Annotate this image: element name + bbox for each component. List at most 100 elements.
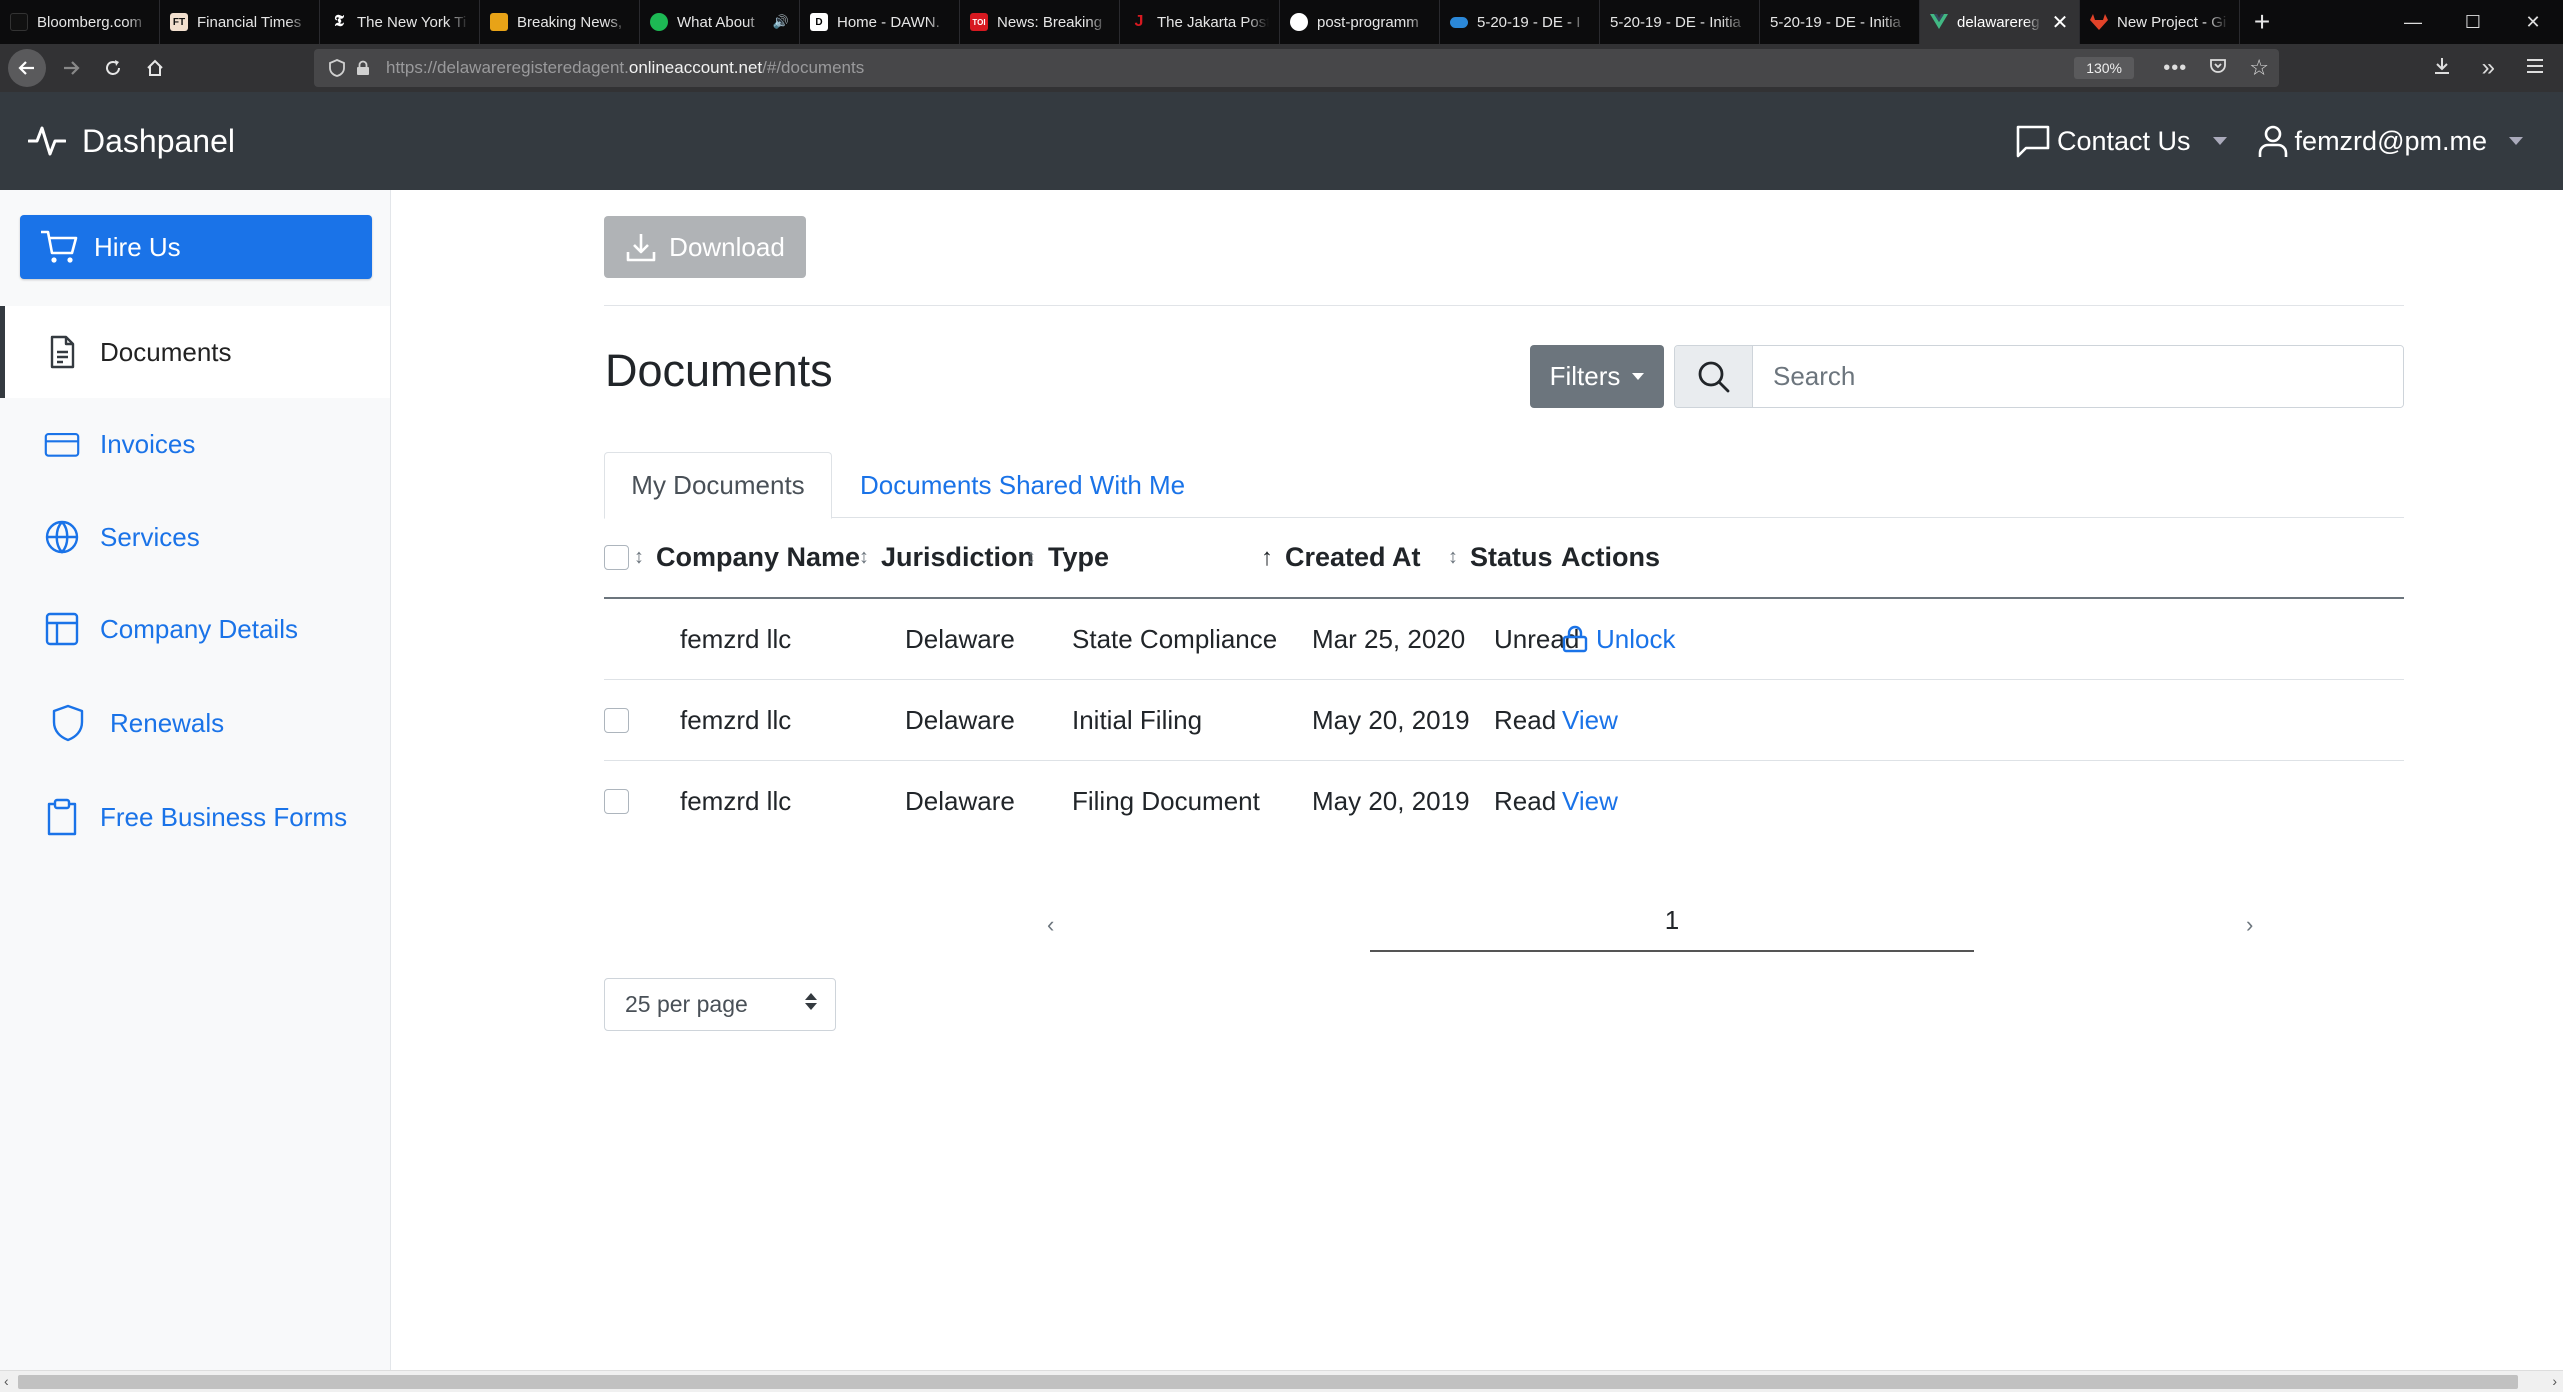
speaker-icon[interactable]: 🔊 [773, 14, 789, 30]
column-label: Created At [1285, 542, 1421, 572]
url-suffix: /#/documents [762, 58, 865, 77]
tab-label: The New York Ti [357, 13, 467, 31]
bookmark-star-icon[interactable]: ☆ [2249, 55, 2269, 81]
column-label: Jurisdiction [881, 542, 1035, 572]
browser-tab-bloomberg[interactable]: Bloomberg.com [0, 0, 160, 44]
menu-hamburger-icon[interactable] [2525, 57, 2545, 80]
cell-company: femzrd llc [680, 623, 792, 654]
browser-tab-github[interactable]: post-programm [1280, 0, 1440, 44]
scroll-left-icon[interactable]: ‹ [4, 1373, 9, 1389]
column-actions: Actions [1561, 518, 1660, 597]
brand[interactable]: Dashpanel [28, 123, 235, 160]
downloads-icon[interactable] [2432, 56, 2452, 81]
sidebar-item-free-business-forms[interactable]: Free Business Forms [0, 771, 390, 863]
row-checkbox[interactable] [604, 707, 629, 733]
browser-tab-delaware-active[interactable]: delawarereg ✕ [1920, 0, 2080, 44]
cell-company: femzrd llc [680, 704, 792, 735]
view-link[interactable]: View [1562, 761, 1618, 842]
sidebar-item-documents[interactable]: Documents [0, 306, 390, 398]
browser-tab-spotify[interactable]: What About 🔊 [640, 0, 800, 44]
pocket-icon[interactable] [2209, 57, 2227, 80]
browser-tab-onedrive[interactable]: 5-20-19 - DE - I [1440, 0, 1600, 44]
chevron-down-icon [1632, 373, 1645, 380]
sidebar-item-invoices[interactable]: Invoices [0, 398, 390, 490]
browser-tab-doc-1[interactable]: 5-20-19 - DE - Initia [1600, 0, 1760, 44]
row-checkbox[interactable] [604, 789, 629, 814]
sidebar-item-company-details[interactable]: Company Details [0, 583, 390, 675]
current-page[interactable]: 1 [1370, 890, 1974, 952]
tab-label: What About [677, 13, 755, 31]
home-button[interactable] [134, 48, 176, 88]
tab-label: post-programm [1317, 13, 1419, 31]
search-input[interactable] [1753, 346, 2403, 407]
close-window-icon[interactable]: ✕ [2503, 0, 2563, 44]
browser-tab-nyt[interactable]: 𝕿 The New York Ti [320, 0, 480, 44]
browser-tab-financial-times[interactable]: FT Financial Times [160, 0, 320, 44]
unlock-label: Unlock [1596, 623, 1676, 654]
tracking-shield-icon[interactable] [324, 59, 350, 77]
filters-dropdown[interactable]: Filters [1530, 345, 1664, 408]
minimize-icon[interactable]: — [2383, 0, 2443, 44]
column-type[interactable]: ↕ Type [1026, 518, 1109, 597]
user-dropdown[interactable]: femzrd@pm.me [2257, 124, 2523, 158]
maximize-icon[interactable]: ☐ [2443, 0, 2503, 44]
browser-tab-jakarta-post[interactable]: J The Jakarta Post [1120, 0, 1280, 44]
main-content: Download Documents Filters My Documents … [392, 190, 2563, 1370]
forward-button[interactable] [50, 48, 92, 88]
download-label: Download [669, 231, 785, 262]
view-link[interactable]: View [1562, 680, 1618, 760]
column-jurisdiction[interactable]: ↕ Jurisdiction [859, 518, 1034, 597]
vue-icon [1930, 13, 1948, 31]
tab-my-documents[interactable]: My Documents [604, 452, 832, 519]
next-page-button[interactable]: › [2246, 912, 2253, 938]
nyt-icon: 𝕿 [334, 13, 344, 30]
news-icon [490, 13, 508, 31]
column-label: Company Name [656, 542, 861, 572]
scrollbar-thumb[interactable] [18, 1375, 2518, 1389]
reload-button[interactable] [92, 48, 134, 88]
download-icon [626, 234, 656, 262]
browser-tab-toi[interactable]: TOI News: Breaking [960, 0, 1120, 44]
contact-us-dropdown[interactable]: Contact Us [2015, 124, 2227, 158]
per-page-select[interactable]: 25 per page [604, 978, 836, 1031]
toi-icon: TOI [970, 13, 988, 31]
hire-us-button[interactable]: Hire Us [20, 215, 372, 279]
sidebar-item-renewals[interactable]: Renewals [0, 677, 390, 769]
tab-documents-shared-with-me[interactable]: Documents Shared With Me [860, 452, 1185, 518]
credit-card-icon [44, 433, 80, 457]
back-button[interactable] [8, 49, 46, 87]
column-company-name[interactable]: ↕ Company Name [634, 518, 860, 597]
new-tab-button[interactable]: + [2240, 0, 2284, 44]
lock-icon[interactable] [350, 60, 376, 76]
cell-jurisdiction: Delaware [905, 786, 1015, 816]
page-actions-icon[interactable]: ••• [2163, 57, 2187, 80]
column-created-at[interactable]: ↑ Created At [1261, 518, 1421, 597]
table-row: femzrd llc Delaware State Compliance Mar… [604, 599, 2404, 680]
sidebar-item-services[interactable]: Services [0, 491, 390, 583]
browser-tab-breaking-news[interactable]: Breaking News, [480, 0, 640, 44]
unlock-link[interactable]: Unlock [1562, 599, 1675, 679]
bloomberg-icon [10, 13, 28, 31]
column-status[interactable]: ↕ Status [1448, 518, 1553, 597]
tab-close-icon[interactable]: ✕ [2051, 10, 2069, 35]
shield-icon [52, 704, 84, 742]
scroll-right-icon[interactable]: › [2552, 1373, 2557, 1389]
browser-tab-gitlab[interactable]: New Project - Gi [2080, 0, 2240, 44]
globe-icon [45, 520, 79, 554]
previous-page-button[interactable]: ‹ [1047, 912, 1054, 938]
column-label: Actions [1561, 542, 1661, 572]
browser-tab-dawn[interactable]: D Home - DAWN. [800, 0, 960, 44]
cell-created: May 20, 2019 [1312, 704, 1470, 735]
browser-tab-doc-2[interactable]: 5-20-19 - DE - Initia [1760, 0, 1920, 44]
arrow-left-icon [18, 61, 34, 75]
overflow-chevron-icon[interactable]: » [2482, 54, 2495, 82]
download-button[interactable]: Download [604, 216, 806, 278]
zoom-level[interactable]: 130% [2074, 57, 2134, 79]
table-row: femzrd llc Delaware Initial Filing May 2… [604, 680, 2404, 761]
select-all-checkbox[interactable] [604, 545, 629, 570]
cell-status: Read [1494, 704, 1557, 735]
tab-label: News: Breaking [997, 13, 1103, 31]
tab-label: Bloomberg.com [37, 13, 143, 31]
address-bar[interactable]: https://delawareregisteredagent.onlineac… [314, 49, 2279, 87]
horizontal-scrollbar[interactable]: ‹ › [0, 1370, 2563, 1392]
